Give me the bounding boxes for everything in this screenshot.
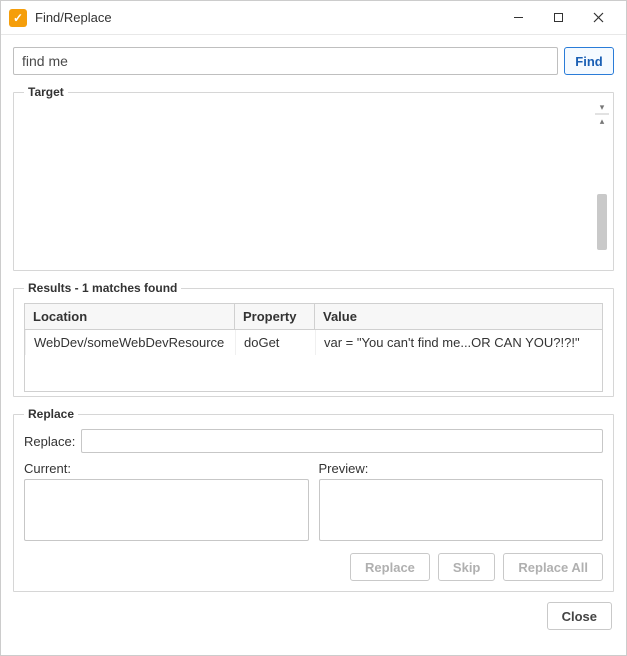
table-header-row: Location Property Value (25, 304, 603, 330)
app-icon: ✓ (9, 9, 27, 27)
current-pane (24, 479, 309, 541)
scroll-up-icon[interactable]: ▴ (596, 114, 608, 128)
content-area: Find Target + Scripting + Tags Default ▼ (1, 35, 626, 655)
find-replace-window: ✓ Find/Replace Find Target + (0, 0, 627, 656)
replace-group: Replace Replace: Current: Preview: Repla… (13, 407, 614, 592)
close-window-button[interactable] (578, 4, 618, 32)
cell-location: WebDev/someWebDevResource (26, 330, 236, 355)
col-value[interactable]: Value (315, 304, 603, 330)
results-table: Location Property Value (24, 303, 603, 330)
col-location[interactable]: Location (25, 304, 235, 330)
current-label: Current: (24, 461, 309, 476)
replace-input-row: Replace: (24, 429, 603, 453)
maximize-button[interactable] (538, 4, 578, 32)
close-icon (593, 12, 604, 23)
minimize-icon (513, 12, 524, 23)
target-scrollbar[interactable]: ▴ ▾ (595, 113, 609, 115)
current-pane-col: Current: (24, 461, 309, 541)
preview-label: Preview: (319, 461, 604, 476)
cell-value: var = "You can't find me...OR CAN YOU?!?… (316, 330, 603, 355)
footer: Close (13, 602, 614, 632)
replace-button[interactable]: Replace (350, 553, 430, 581)
results-group: Results - 1 matches found Location Prope… (13, 281, 614, 397)
replace-input[interactable] (81, 429, 603, 453)
replace-all-button[interactable]: Replace All (503, 553, 603, 581)
cell-property: doGet (236, 330, 316, 355)
close-button[interactable]: Close (547, 602, 612, 630)
results-legend: Results - 1 matches found (24, 281, 181, 295)
scroll-down-icon[interactable]: ▾ (596, 100, 608, 114)
maximize-icon (553, 12, 564, 23)
scrollbar-thumb[interactable] (597, 194, 607, 250)
preview-pane-col: Preview: (319, 461, 604, 541)
results-body: WebDev/someWebDevResource doGet var = "Y… (24, 330, 603, 392)
search-input[interactable] (13, 47, 558, 75)
find-button[interactable]: Find (564, 47, 614, 75)
replace-legend: Replace (24, 407, 78, 421)
window-controls (498, 4, 618, 32)
search-row: Find (13, 47, 614, 75)
target-group: Target + Scripting + Tags Default ▼ (13, 85, 614, 271)
skip-button[interactable]: Skip (438, 553, 495, 581)
col-property[interactable]: Property (235, 304, 315, 330)
target-legend: Target (24, 85, 68, 99)
table-row[interactable]: WebDev/someWebDevResource doGet var = "Y… (26, 330, 603, 355)
replace-label: Replace: (24, 434, 75, 449)
preview-pane (319, 479, 604, 541)
preview-panes: Current: Preview: (24, 461, 603, 541)
window-title: Find/Replace (35, 10, 498, 25)
titlebar: ✓ Find/Replace (1, 1, 626, 35)
minimize-button[interactable] (498, 4, 538, 32)
replace-buttons: Replace Skip Replace All (24, 553, 603, 581)
